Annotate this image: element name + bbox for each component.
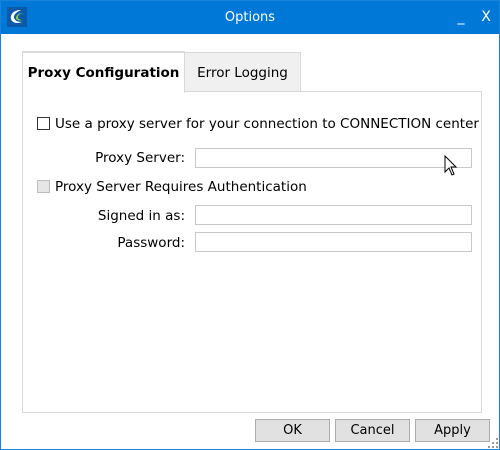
proxy-server-input[interactable] (195, 148, 472, 168)
password-label: Password: (117, 235, 185, 251)
resize-grip-icon[interactable] (488, 438, 498, 448)
tab-error-logging[interactable]: Error Logging (184, 52, 301, 92)
options-dialog: Options _ X Proxy Configuration Error Lo… (0, 0, 500, 450)
cancel-button[interactable]: Cancel (335, 419, 410, 442)
tab-proxy-configuration[interactable]: Proxy Configuration (22, 51, 185, 93)
requires-auth-label[interactable]: Proxy Server Requires Authentication (55, 179, 307, 195)
mouse-pointer-icon (444, 155, 458, 176)
requires-auth-checkbox[interactable] (37, 180, 50, 193)
apply-button[interactable]: Apply (415, 419, 490, 442)
use-proxy-label[interactable]: Use a proxy server for your connection t… (55, 116, 479, 132)
proxy-server-label: Proxy Server: (95, 150, 185, 166)
proxy-configuration-panel: Use a proxy server for your connection t… (22, 91, 482, 413)
ok-button[interactable]: OK (255, 419, 330, 442)
title-bar[interactable]: Options _ X (1, 1, 499, 34)
dialog-body: Proxy Configuration Error Logging Use a … (1, 34, 499, 449)
close-button[interactable]: X (471, 1, 500, 34)
signed-in-input[interactable] (195, 205, 472, 225)
signed-in-label: Signed in as: (97, 208, 185, 224)
use-proxy-checkbox[interactable] (37, 117, 50, 130)
window-title: Options (224, 10, 276, 25)
password-input[interactable] (195, 232, 472, 252)
